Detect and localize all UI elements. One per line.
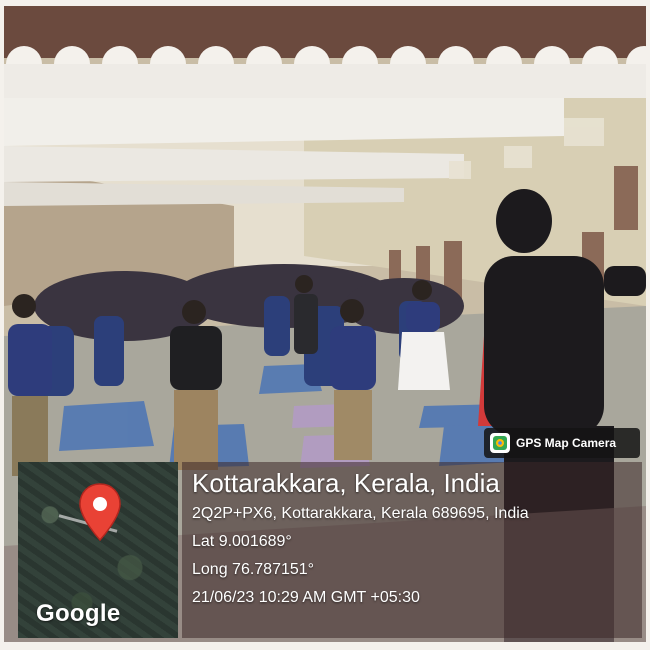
location-minimap: Google [18, 462, 178, 638]
address-line: 2Q2P+PX6, Kottarakkara, Kerala 689695, I… [192, 505, 529, 522]
geotagged-photo: Google GPS Map Camera Kottarakkara, Kera… [0, 0, 650, 650]
datetime-line: 21/06/23 10:29 AM GMT +05:30 [192, 589, 420, 606]
gps-map-camera-badge: GPS Map Camera [484, 428, 640, 458]
google-logo: Google [36, 600, 121, 627]
badge-label: GPS Map Camera [516, 436, 617, 450]
location-info: Kottarakkara, Kerala, India 2Q2P+PX6, Ko… [192, 466, 529, 612]
map-camera-icon [490, 433, 510, 453]
longitude-line: Long 76.787151° [192, 561, 315, 578]
city-title: Kottarakkara, Kerala, India [192, 468, 500, 498]
latitude-line: Lat 9.001689° [192, 533, 292, 550]
map-pin-icon [79, 483, 121, 542]
